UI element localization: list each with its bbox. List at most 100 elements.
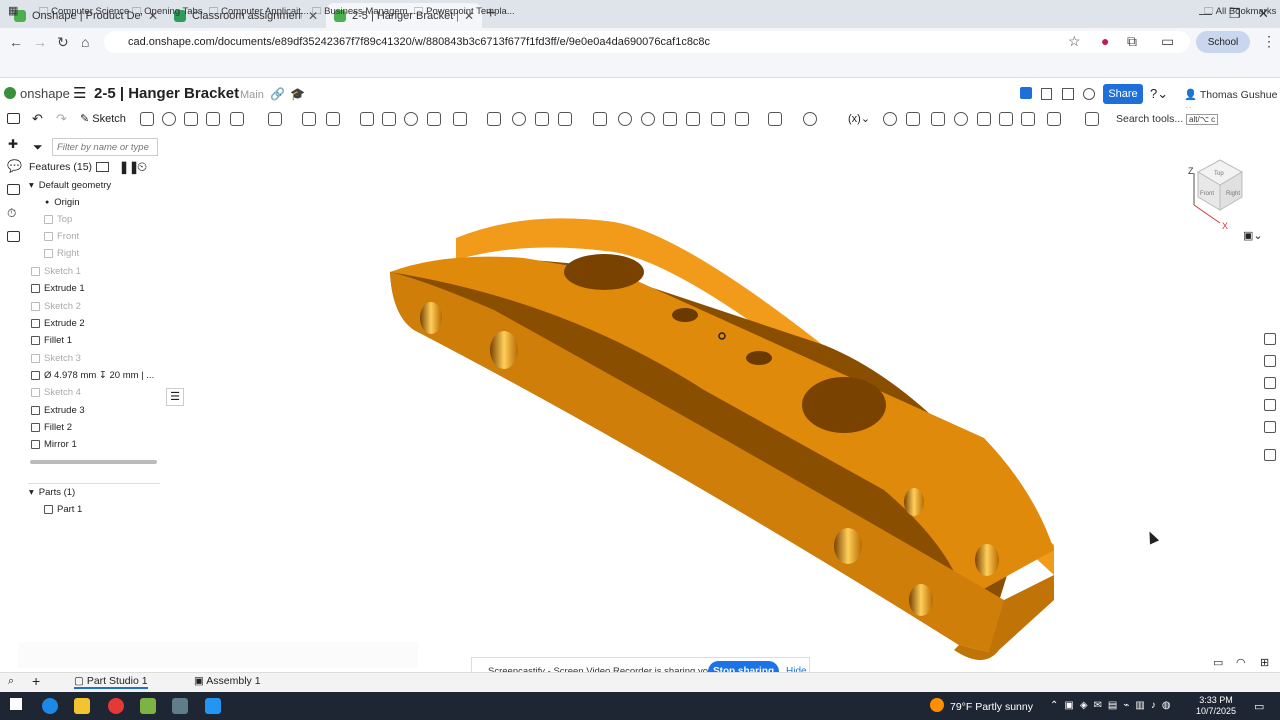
composite-part-icon[interactable] bbox=[883, 112, 897, 126]
learning-cap-icon[interactable]: 🎓 bbox=[290, 87, 305, 101]
revolve-icon[interactable] bbox=[162, 112, 176, 126]
right-plane-item[interactable]: Right bbox=[44, 248, 79, 259]
default-geometry-folder[interactable]: ▾ Default geometry bbox=[29, 180, 111, 191]
sheet-metal-icon[interactable] bbox=[931, 112, 945, 126]
draft-icon[interactable] bbox=[326, 112, 340, 126]
all-bookmarks[interactable]: 🗀 All Bookmarks bbox=[1204, 4, 1276, 20]
feature-list-icon[interactable] bbox=[7, 113, 20, 124]
shell-icon[interactable] bbox=[382, 112, 396, 126]
insert-tab-icon[interactable]: + bbox=[32, 673, 40, 689]
document-info-icon[interactable] bbox=[1041, 88, 1052, 100]
feature-item[interactable]: Sketch 4 bbox=[31, 387, 81, 398]
top-plane-item[interactable]: Top bbox=[44, 214, 72, 225]
parts-folder[interactable]: ▾ Parts (1) bbox=[29, 487, 75, 498]
profile-button[interactable]: School bbox=[1196, 31, 1250, 53]
app-store-icon[interactable] bbox=[1062, 88, 1074, 100]
thicken-icon[interactable] bbox=[230, 112, 244, 126]
bookmark-star-icon[interactable]: ☆ bbox=[1068, 33, 1081, 50]
rollback-bar[interactable] bbox=[30, 460, 157, 464]
graphics-viewport[interactable] bbox=[164, 130, 1264, 672]
front-plane-item[interactable]: Front bbox=[44, 231, 79, 242]
boolean-icon[interactable] bbox=[512, 112, 526, 126]
transform-icon[interactable] bbox=[558, 112, 572, 126]
feature-item[interactable]: Fillet 1 bbox=[31, 335, 72, 346]
insert-folder-icon[interactable] bbox=[96, 162, 109, 172]
extensions-icon[interactable]: ⧉ bbox=[1127, 33, 1137, 50]
zoom-icon[interactable]: ◠ bbox=[1236, 656, 1246, 669]
feature-item[interactable]: Sketch 3 bbox=[31, 353, 81, 364]
screencastify-extension-icon[interactable]: ● bbox=[1101, 33, 1109, 49]
thread-icon[interactable] bbox=[427, 112, 441, 126]
feature-item[interactable]: Extrude 1 bbox=[31, 283, 85, 294]
feature-item[interactable]: Sketch 1 bbox=[31, 266, 81, 277]
system-tray-icons[interactable]: ⌃▣◈✉▤⌁▥♪◍ bbox=[1050, 700, 1177, 711]
bend-icon[interactable] bbox=[999, 112, 1013, 126]
onshape-logo[interactable]: onshape bbox=[4, 86, 70, 101]
add-icon[interactable]: ✚ bbox=[8, 137, 18, 151]
hamburger-menu-icon[interactable]: ☰ bbox=[73, 84, 86, 102]
feature-item[interactable]: Ø 4.978 mm ↧ 20 mm | ... bbox=[31, 370, 154, 381]
bookmark-folder[interactable]: 🗀 Computer Applicait... bbox=[209, 4, 309, 20]
bookmark-folder[interactable]: 🗀 Opening Tabs bbox=[132, 4, 203, 20]
tab-feature-icon[interactable] bbox=[977, 112, 991, 126]
loft-icon[interactable] bbox=[206, 112, 220, 126]
part-item[interactable]: Part 1 bbox=[44, 504, 82, 515]
linear-pattern-icon[interactable] bbox=[453, 112, 467, 126]
delete-part-icon[interactable] bbox=[593, 112, 607, 126]
notifications-icon[interactable] bbox=[1020, 87, 1032, 99]
move-face-icon[interactable] bbox=[641, 112, 655, 126]
weather-text[interactable]: 79°F Partly sunny bbox=[950, 701, 1033, 713]
variable-icon[interactable] bbox=[768, 112, 782, 126]
app-icon[interactable] bbox=[172, 698, 188, 714]
helix-icon[interactable] bbox=[803, 112, 817, 126]
extrude-icon[interactable] bbox=[140, 112, 154, 126]
tab-assembly-1[interactable]: ▣ Assembly 1 bbox=[194, 675, 261, 687]
split-icon[interactable] bbox=[535, 112, 549, 126]
url-input[interactable]: cad.onshape.com/documents/e89df35242367f… bbox=[104, 31, 1190, 53]
properties-panel-icon[interactable] bbox=[1264, 355, 1276, 367]
browser-menu-icon[interactable]: ⋮ bbox=[1262, 33, 1276, 50]
notification-center-icon[interactable]: ▭ bbox=[1254, 700, 1264, 713]
file-explorer-icon[interactable] bbox=[74, 698, 90, 714]
cast-icon[interactable]: ▭ bbox=[1161, 33, 1174, 50]
vscode-icon[interactable] bbox=[205, 698, 221, 714]
link-icon[interactable]: 🔗 bbox=[270, 87, 285, 101]
branch-label[interactable]: Main bbox=[240, 89, 264, 101]
reload-icon[interactable]: ↻ bbox=[57, 34, 69, 51]
chamfer-icon[interactable] bbox=[302, 112, 316, 126]
flange-icon[interactable] bbox=[954, 112, 968, 126]
undo-icon[interactable]: ↶ bbox=[32, 111, 43, 127]
corner-icon[interactable] bbox=[1047, 112, 1061, 126]
tab-manager-icon[interactable]: ⌕ bbox=[8, 675, 14, 688]
modify-fillet-icon[interactable] bbox=[618, 112, 632, 126]
feature-item[interactable]: Extrude 3 bbox=[31, 405, 85, 416]
taskbar-clock[interactable]: 3:33 PM 10/7/2025 bbox=[1196, 695, 1236, 717]
comments-icon[interactable]: 💬 bbox=[7, 159, 22, 173]
appearance-panel-icon[interactable] bbox=[1264, 333, 1276, 345]
help-icon[interactable]: ?⌄ bbox=[1150, 86, 1168, 102]
forward-icon[interactable]: → bbox=[33, 34, 47, 50]
view-options-icon[interactable]: ▣⌄ bbox=[1243, 229, 1263, 242]
origin-item[interactable]: ● Origin bbox=[45, 197, 80, 208]
bookmark-folder[interactable]: 🗀 Powerpoint Templa... bbox=[414, 4, 515, 20]
display-mode-icon[interactable]: ▭ bbox=[1213, 656, 1223, 669]
fit-view-icon[interactable]: ⊞ bbox=[1260, 656, 1269, 669]
fillet-icon[interactable] bbox=[268, 112, 282, 126]
plane-icon[interactable] bbox=[711, 112, 725, 126]
view-cube[interactable]: Z X Top Front Right bbox=[1180, 145, 1260, 240]
feature-item[interactable]: Extrude 2 bbox=[31, 318, 85, 329]
offset-surface-icon[interactable] bbox=[686, 112, 700, 126]
replace-face-icon[interactable] bbox=[663, 112, 677, 126]
redo-icon[interactable]: ↷ bbox=[56, 111, 67, 127]
tab-part-studio-1[interactable]: ▢ Part Studio 1 bbox=[74, 675, 148, 689]
tag-icon[interactable] bbox=[906, 112, 920, 126]
learning-center-icon[interactable] bbox=[1083, 88, 1095, 100]
bookmark-folder[interactable]: 🗀 Computer Science bbox=[39, 4, 129, 20]
edge-icon[interactable] bbox=[42, 698, 58, 714]
onshape-app-icon[interactable] bbox=[140, 698, 156, 714]
weather-icon[interactable] bbox=[930, 698, 944, 712]
measure-panel-icon[interactable] bbox=[1264, 377, 1276, 389]
mate-connector-icon[interactable] bbox=[735, 112, 749, 126]
section-view-icon[interactable] bbox=[1264, 421, 1276, 433]
windows-start-icon[interactable] bbox=[10, 698, 22, 710]
